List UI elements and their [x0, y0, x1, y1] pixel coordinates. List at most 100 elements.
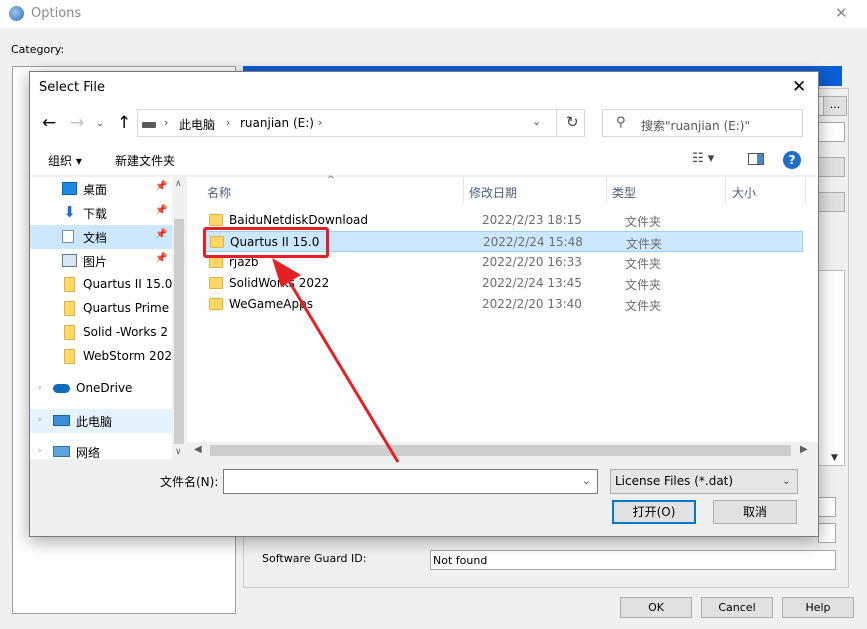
nav-item-documents[interactable]: 文档 📌: [30, 225, 172, 249]
forward-arrow-icon[interactable]: →: [70, 113, 84, 133]
cloud-icon: [53, 384, 70, 393]
column-divider[interactable]: [805, 177, 806, 203]
nav-item-this-pc[interactable]: › 此电脑: [30, 409, 172, 433]
nav-item-label: WebStorm 202: [83, 349, 172, 363]
refresh-icon[interactable]: ↻: [566, 113, 579, 131]
scroll-down-icon[interactable]: ▼: [831, 453, 838, 463]
expand-chevron-icon[interactable]: ›: [38, 383, 42, 393]
nav-item-solidworks[interactable]: Solid -Works 2: [30, 321, 172, 345]
options-side-button[interactable]: [815, 157, 845, 177]
navigation-pane: 桌面 📌 ⬇ 下载 📌 文档 📌 图片 📌 Quartus II 15.0 Qu…: [30, 177, 186, 459]
file-list: ^ 名称 修改日期 类型 大小 BaiduNetdiskDownload 202…: [187, 175, 818, 459]
address-bar[interactable]: › 此电脑 › ruanjian (E:) › ⌄ ↻: [137, 109, 585, 137]
chevron-right-icon[interactable]: ›: [318, 116, 322, 129]
file-modified: 2022/2/20 13:40: [482, 297, 582, 311]
expand-chevron-icon[interactable]: ›: [38, 415, 42, 425]
column-header-size[interactable]: 大小: [732, 184, 756, 201]
cancel-button[interactable]: 取消: [713, 500, 797, 524]
preview-pane-icon[interactable]: [748, 153, 764, 165]
filetype-value: License Files (*.dat): [615, 474, 734, 488]
scroll-thumb[interactable]: [174, 219, 184, 444]
view-options-icon[interactable]: ☷ ▾: [692, 151, 714, 166]
nav-item-pictures[interactable]: 图片 📌: [30, 249, 172, 273]
back-arrow-icon[interactable]: ←: [42, 113, 56, 133]
new-folder-button[interactable]: 新建文件夹: [115, 152, 175, 169]
chevron-right-icon[interactable]: ›: [164, 116, 168, 129]
horizontal-scrollbar[interactable]: ◀ ▶: [187, 442, 818, 459]
options-field[interactable]: [818, 497, 836, 517]
license-list[interactable]: ▼: [815, 270, 845, 466]
help-button[interactable]: Help: [782, 597, 854, 618]
file-type: 文件夹: [625, 257, 662, 271]
column-divider[interactable]: [463, 177, 464, 203]
search-input[interactable]: ⚲ 搜索"ruanjian (E:)": [602, 109, 803, 137]
organize-button[interactable]: 组织 ▾: [48, 152, 82, 169]
nav-item-network[interactable]: › 网络: [30, 440, 172, 459]
chevron-down-icon[interactable]: ⌄: [582, 474, 591, 487]
file-type: 文件夹: [625, 278, 662, 292]
ok-button[interactable]: OK: [620, 597, 692, 618]
options-field[interactable]: [815, 122, 845, 142]
nav-item-downloads[interactable]: ⬇ 下载 📌: [30, 201, 172, 225]
breadcrumb-this-pc[interactable]: 此电脑: [179, 116, 215, 133]
folder-icon: [64, 325, 75, 340]
column-header-type[interactable]: 类型: [612, 184, 636, 201]
chevron-down-icon[interactable]: ⌄: [532, 115, 541, 128]
open-button[interactable]: 打开(O): [612, 500, 696, 524]
scroll-down-icon[interactable]: ∨: [175, 447, 182, 457]
column-divider[interactable]: [606, 177, 607, 203]
drive-icon: [142, 122, 156, 128]
document-icon: [62, 230, 74, 243]
up-arrow-icon[interactable]: ↑: [117, 113, 131, 133]
nav-item-quartus-ii[interactable]: Quartus II 15.0: [30, 273, 172, 297]
nav-item-label: 图片: [83, 255, 108, 269]
software-guard-label: Software Guard ID:: [262, 552, 367, 565]
nav-item-desktop[interactable]: 桌面 📌: [30, 177, 172, 201]
options-cancel-button[interactable]: Cancel: [701, 597, 773, 618]
folder-icon: [64, 277, 75, 292]
filename-input[interactable]: ⌄: [223, 469, 598, 494]
nav-item-onedrive[interactable]: › OneDrive: [30, 377, 172, 401]
chevron-down-icon: ⌄: [781, 474, 791, 487]
nav-item-label: 此电脑: [76, 415, 113, 429]
breadcrumb-drive[interactable]: ruanjian (E:): [240, 116, 314, 130]
folder-icon: [209, 298, 223, 310]
chevron-right-icon[interactable]: ›: [226, 116, 230, 129]
scroll-right-icon[interactable]: ▶: [800, 444, 808, 455]
nav-item-label: 网络: [76, 446, 101, 459]
nav-item-label: 文档: [83, 231, 108, 245]
pin-icon: 📌: [155, 229, 168, 240]
options-close-icon[interactable]: ✕: [835, 4, 848, 22]
column-divider[interactable]: [725, 177, 726, 203]
browse-button[interactable]: ...: [823, 96, 847, 116]
options-field[interactable]: [818, 523, 836, 543]
help-icon[interactable]: ?: [783, 151, 801, 169]
nav-pane-scrollbar[interactable]: ∧ ∨: [172, 177, 186, 459]
search-placeholder: 搜索"ruanjian (E:)": [641, 119, 750, 133]
nav-item-quartus-prime[interactable]: Quartus Prime: [30, 297, 172, 321]
download-icon: ⬇: [63, 203, 76, 221]
scroll-up-icon[interactable]: ∧: [175, 179, 182, 189]
options-titlebar: Options ✕: [0, 0, 867, 28]
dialog-close-icon[interactable]: ✕: [792, 77, 806, 97]
desktop-icon: [62, 182, 77, 195]
dialog-toolbar: 组织 ▾ 新建文件夹 ☷ ▾ ?: [30, 144, 818, 176]
nav-item-label: 下载: [83, 207, 108, 221]
file-row[interactable]: SolidWorks 2022 2022/2/24 13:45 文件夹: [203, 273, 803, 294]
column-header-modified[interactable]: 修改日期: [469, 184, 517, 201]
options-side-button[interactable]: [815, 192, 845, 212]
recent-locations-icon[interactable]: ⌄: [96, 118, 104, 129]
file-modified: 2022/2/24 15:48: [483, 235, 583, 249]
scroll-left-icon[interactable]: ◀: [194, 444, 202, 455]
filetype-select[interactable]: License Files (*.dat) ⌄: [610, 469, 798, 494]
folder-icon: [64, 301, 75, 316]
expand-chevron-icon[interactable]: ›: [38, 446, 42, 456]
navigation-bar: ← → ⌄ ↑ › 此电脑 › ruanjian (E:) › ⌄ ↻ ⚲ 搜索…: [30, 104, 818, 144]
column-header-name[interactable]: 名称: [207, 184, 231, 201]
file-modified: 2022/2/24 13:45: [482, 276, 582, 290]
nav-item-label: Quartus Prime: [83, 301, 170, 315]
folder-icon: [64, 349, 75, 364]
scroll-thumb[interactable]: [210, 445, 791, 456]
nav-item-webstorm[interactable]: WebStorm 202: [30, 345, 172, 369]
file-row[interactable]: WeGameApps 2022/2/20 13:40 文件夹: [203, 294, 803, 315]
